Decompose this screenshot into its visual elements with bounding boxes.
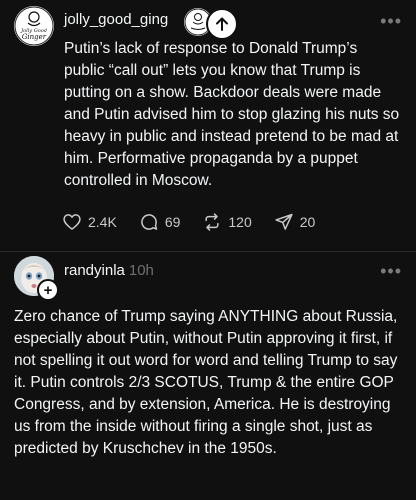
arrow-up-icon <box>216 17 228 31</box>
more-options-icon: ••• <box>380 11 402 31</box>
share-button[interactable]: 20 <box>274 212 316 232</box>
timestamp: 10h <box>128 262 154 279</box>
repost-count: 120 <box>228 214 252 230</box>
like-count: 2.4K <box>88 214 117 230</box>
post-jolly-good-ging: Jolly Good Ginger jolly_good_ging ••• Pu… <box>0 0 416 252</box>
heart-icon <box>63 214 81 230</box>
avatar[interactable]: Jolly Good Ginger <box>14 6 54 46</box>
avatar-logo-text-bottom: Ginger <box>22 33 47 41</box>
send-icon <box>275 213 293 230</box>
username[interactable]: jolly_good_ging <box>64 11 168 28</box>
comment-icon <box>141 214 158 230</box>
repost-button[interactable]: 120 <box>202 212 252 232</box>
comment-button[interactable]: 69 <box>139 212 181 232</box>
repost-icon <box>205 213 219 231</box>
more-options-button[interactable]: ••• <box>380 262 402 280</box>
add-follow-button[interactable]: + <box>37 279 59 301</box>
follow-button[interactable] <box>206 8 238 40</box>
username-text[interactable]: jolly_good_ging <box>64 11 168 28</box>
more-options-icon: ••• <box>380 261 402 281</box>
post-text: Zero chance of Trump saying ANYTHING abo… <box>14 308 398 457</box>
avatar-logo-icon: Jolly Good Ginger <box>14 6 54 46</box>
comment-count: 69 <box>164 214 181 230</box>
action-bar: 2.4K 69 120 20 <box>62 212 337 232</box>
share-count: 20 <box>299 214 316 230</box>
more-options-button[interactable]: ••• <box>380 12 402 30</box>
username[interactable]: randyinla 10h <box>64 262 154 279</box>
like-button[interactable]: 2.4K <box>62 212 117 232</box>
post-text: Putin’s lack of response to Donald Trump… <box>64 40 400 189</box>
username-text[interactable]: randyinla <box>64 262 125 279</box>
plus-icon: + <box>43 281 53 299</box>
